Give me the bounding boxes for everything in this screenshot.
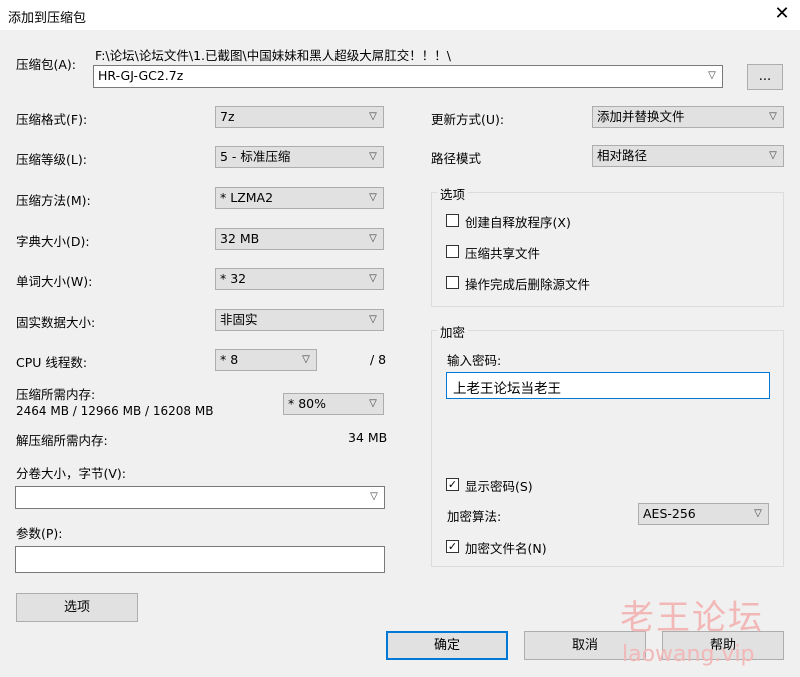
shared-checkbox[interactable] xyxy=(446,245,459,258)
level-value: 5 - 标准压缩 xyxy=(220,149,291,164)
browse-button[interactable]: ... xyxy=(747,64,783,90)
solid-combo[interactable]: 非固实 ▽ xyxy=(215,309,384,331)
chevron-down-icon: ▽ xyxy=(369,233,377,244)
ok-button[interactable]: 确定 xyxy=(386,631,508,660)
options-button[interactable]: 选项 xyxy=(16,593,138,622)
chevron-down-icon: ▽ xyxy=(369,151,377,162)
chevron-down-icon: ▽ xyxy=(369,314,377,325)
encrypt-group-title: 加密 xyxy=(437,322,469,341)
sfx-label: 创建自释放程序(X) xyxy=(465,215,571,230)
update-combo[interactable]: 添加并替换文件 ▽ xyxy=(592,106,784,128)
sfx-checkbox[interactable] xyxy=(446,214,459,227)
delete-checkbox[interactable] xyxy=(446,276,459,289)
chevron-down-icon: ▽ xyxy=(302,354,310,365)
close-icon[interactable]: ✕ xyxy=(772,4,792,24)
dict-value: 32 MB xyxy=(220,231,260,246)
password-label: 输入密码: xyxy=(447,353,502,368)
pathmode-value: 相对路径 xyxy=(597,148,648,163)
dict-combo[interactable]: 32 MB ▽ xyxy=(215,228,384,250)
shared-label: 压缩共享文件 xyxy=(465,246,541,261)
password-input[interactable]: 上老王论坛当老王 xyxy=(446,372,770,399)
dict-label: 字典大小(D): xyxy=(16,234,90,249)
format-label: 压缩格式(F): xyxy=(16,112,88,127)
password-value: 上老王论坛当老王 xyxy=(453,381,561,397)
check-icon: ✓ xyxy=(447,540,458,553)
algo-combo[interactable]: AES-256 ▽ xyxy=(638,503,769,525)
options-group-title: 选项 xyxy=(437,184,469,203)
show-password-label: 显示密码(S) xyxy=(465,479,533,494)
encrypt-names-label: 加密文件名(N) xyxy=(465,541,547,556)
method-value: * LZMA2 xyxy=(220,190,274,205)
cpu-combo[interactable]: * 8 ▽ xyxy=(215,349,317,371)
chevron-down-icon: ▽ xyxy=(754,508,762,519)
show-password-checkbox[interactable]: ✓ xyxy=(446,478,459,491)
chevron-down-icon: ▽ xyxy=(369,111,377,122)
decomp-value: 34 MB xyxy=(348,430,388,445)
params-label: 参数(P): xyxy=(16,526,63,541)
title-bar xyxy=(0,0,800,30)
cpu-label: CPU 线程数: xyxy=(16,355,88,370)
volume-label: 分卷大小，字节(V): xyxy=(16,466,127,481)
format-value: 7z xyxy=(220,109,235,124)
watermark-url: laowang.vip xyxy=(622,642,755,667)
pathmode-label: 路径模式 xyxy=(431,151,482,166)
pathmode-combo[interactable]: 相对路径 ▽ xyxy=(592,145,784,167)
params-input[interactable] xyxy=(15,546,385,573)
algo-value: AES-256 xyxy=(643,506,696,521)
window-title: 添加到压缩包 xyxy=(8,11,87,26)
archive-label: 压缩包(A): xyxy=(16,57,77,72)
method-label: 压缩方法(M): xyxy=(16,193,91,208)
method-combo[interactable]: * LZMA2 ▽ xyxy=(215,187,384,209)
chevron-down-icon: ▽ xyxy=(370,491,378,502)
level-combo[interactable]: 5 - 标准压缩 ▽ xyxy=(215,146,384,168)
chevron-down-icon: ▽ xyxy=(769,111,777,122)
delete-label: 操作完成后删除源文件 xyxy=(465,277,591,292)
chevron-down-icon: ▽ xyxy=(708,70,716,81)
mem-value: * 80% xyxy=(288,396,327,411)
algo-label: 加密算法: xyxy=(447,509,502,524)
chevron-down-icon: ▽ xyxy=(769,150,777,161)
cpu-value: * 8 xyxy=(220,352,239,367)
archive-path: F:\论坛\论坛文件\1.已截图\中国妹妹和黑人超级大屌肛交！！！\ xyxy=(95,48,451,63)
word-value: * 32 xyxy=(220,271,247,286)
decomp-label: 解压缩所需内存: xyxy=(16,433,108,448)
archive-filename-value: HR-GJ-GC2.7z xyxy=(98,68,184,83)
solid-value: 非固实 xyxy=(220,312,258,327)
watermark-title: 老王论坛 xyxy=(620,598,764,638)
chevron-down-icon: ▽ xyxy=(369,273,377,284)
solid-label: 固实数据大小: xyxy=(16,315,96,330)
word-combo[interactable]: * 32 ▽ xyxy=(215,268,384,290)
word-label: 单词大小(W): xyxy=(16,274,93,289)
archive-filename-combo[interactable]: HR-GJ-GC2.7z ▽ xyxy=(93,65,723,88)
check-icon: ✓ xyxy=(447,478,458,491)
encrypt-names-checkbox[interactable]: ✓ xyxy=(446,540,459,553)
volume-combo[interactable]: ▽ xyxy=(15,486,385,509)
update-label: 更新方式(U): xyxy=(431,112,505,127)
format-combo[interactable]: 7z ▽ xyxy=(215,106,384,128)
update-value: 添加并替换文件 xyxy=(597,109,685,124)
cpu-max: / 8 xyxy=(370,352,387,367)
mem-label: 压缩所需内存: xyxy=(16,387,96,402)
chevron-down-icon: ▽ xyxy=(369,192,377,203)
mem-detail: 2464 MB / 12966 MB / 16208 MB xyxy=(16,404,214,418)
chevron-down-icon: ▽ xyxy=(369,398,377,409)
mem-combo[interactable]: * 80% ▽ xyxy=(283,393,384,415)
level-label: 压缩等级(L): xyxy=(16,152,87,167)
